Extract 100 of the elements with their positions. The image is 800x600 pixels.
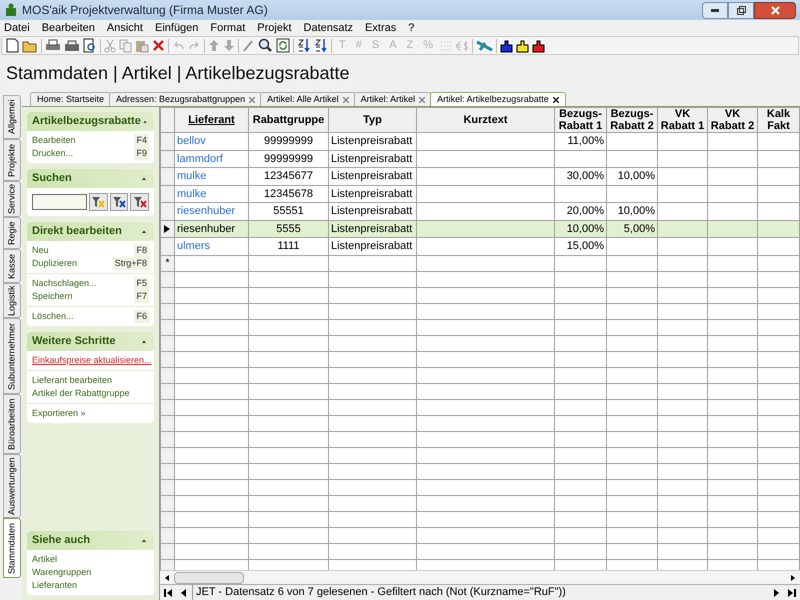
printer-icon[interactable]	[64, 38, 80, 52]
task-link[interactable]: Lieferant bearbeiten	[32, 374, 112, 388]
row-header-cell[interactable]	[160, 202, 174, 220]
section-header[interactable]: Suchen	[27, 169, 154, 188]
task-link[interactable]: Lieferanten	[32, 578, 78, 592]
section-header[interactable]: Siehe auch	[27, 531, 154, 550]
column-header[interactable]: Lieferant	[174, 108, 248, 132]
column-header[interactable]: Kalk Fakt	[758, 108, 800, 132]
menu-item[interactable]: Extras	[365, 20, 396, 36]
puzzle-icon[interactable]	[532, 38, 546, 52]
printer-icon[interactable]	[45, 38, 61, 52]
side-tab[interactable]: Stammdaten	[3, 518, 21, 578]
row-header-cell[interactable]	[160, 150, 174, 168]
close-icon[interactable]	[552, 96, 559, 102]
side-tab[interactable]: Büroarbeiten	[3, 394, 21, 454]
side-tab[interactable]: Service	[3, 181, 21, 217]
menu-item[interactable]: Bearbeiten	[42, 20, 95, 36]
menu-item[interactable]: Datensatz	[304, 20, 354, 36]
shortcut-label: F4	[134, 134, 149, 148]
task-link[interactable]: Artikel	[32, 552, 58, 566]
row-header-cell[interactable]	[160, 168, 174, 185]
menu-item[interactable]: ?	[408, 20, 414, 36]
document-tab[interactable]: Artikel: Artikel	[354, 92, 432, 106]
document-tab[interactable]: Adressen: Bezugsrabattgruppen	[109, 92, 262, 106]
filter-button[interactable]	[130, 193, 150, 211]
close-icon	[770, 6, 780, 14]
column-header[interactable]: Bezugs- Rabatt 1	[554, 108, 606, 132]
minimize-button[interactable]	[702, 2, 728, 18]
puzzle-icon[interactable]	[500, 38, 514, 52]
table-cell: Listenpreisrabatt	[331, 188, 412, 200]
delete-icon[interactable]	[152, 39, 165, 52]
shortcut-label: F6	[134, 310, 149, 324]
table-cell: 55551	[273, 205, 304, 217]
pencil-icon[interactable]	[242, 39, 254, 52]
side-tab[interactable]: Kasse	[3, 249, 21, 283]
task-link[interactable]: Duplizieren	[32, 256, 78, 270]
menu-item[interactable]: Format	[210, 20, 246, 36]
task-link[interactable]: Nachschlagen...	[32, 276, 97, 290]
side-tab[interactable]: Auswertungen	[3, 454, 21, 518]
close-button[interactable]	[754, 2, 796, 18]
row-header-cell[interactable]	[160, 132, 174, 150]
document-tab[interactable]: Artikel: Artikelbezugsrabatte	[430, 92, 566, 106]
paste-icon[interactable]	[135, 38, 149, 52]
section-header[interactable]: Weitere Schritte	[27, 332, 154, 351]
document-tab[interactable]: Artikel: Alle Artikel	[260, 92, 356, 106]
column-header[interactable]: Typ	[328, 108, 416, 132]
side-tab[interactable]: Logistik	[3, 283, 21, 318]
task-link[interactable]: Exportieren »	[32, 406, 86, 420]
scrollbar-thumb[interactable]	[174, 572, 244, 584]
folder-icon[interactable]	[22, 38, 38, 52]
table-cell: Listenpreisrabatt	[331, 205, 412, 217]
table-cell: 10,00%	[566, 222, 604, 234]
sort-descending-icon[interactable]	[314, 38, 328, 53]
table-cell: 30,00%	[566, 170, 604, 182]
task-link[interactable]: Neu	[32, 244, 49, 258]
row-header-cell[interactable]	[160, 220, 174, 238]
puzzle-icon[interactable]	[516, 38, 530, 52]
filter-button[interactable]	[110, 193, 128, 211]
filter-button[interactable]	[89, 193, 108, 211]
sort-ascending-icon[interactable]	[297, 38, 311, 53]
table-cell: 12345677	[264, 170, 313, 182]
task-link[interactable]: Warengruppen	[32, 566, 92, 580]
side-tab[interactable]: Subunternehmer	[3, 318, 21, 394]
side-tab[interactable]: Projekte	[3, 139, 21, 181]
restore-icon	[736, 6, 746, 14]
table-cell: 5,00%	[624, 222, 655, 234]
horizontal-scrollbar[interactable]	[160, 570, 800, 584]
side-tab[interactable]: Regie	[3, 217, 21, 249]
window-title: MOS'aik Projektverwaltung (Firma Muster AG)	[22, 2, 268, 19]
search-icon[interactable]	[257, 38, 273, 53]
task-link[interactable]: Löschen...	[32, 310, 74, 324]
menu-item[interactable]: Einfügen	[154, 20, 198, 36]
task-link[interactable]: Drucken...	[32, 146, 74, 160]
menu-item[interactable]: Datei	[4, 20, 30, 36]
alert-link[interactable]: Einkaufspreise aktualisieren...	[32, 354, 152, 368]
column-header[interactable]: VK Rabatt 1	[658, 108, 708, 132]
search-field[interactable]	[32, 194, 87, 210]
dots-grid-icon[interactable]	[440, 40, 452, 52]
shortcut-label: F5	[134, 276, 149, 290]
document-tab[interactable]: Home: Startseite	[30, 92, 112, 106]
restore-button[interactable]	[728, 2, 754, 18]
menu-item[interactable]: Projekt	[257, 20, 292, 36]
column-header[interactable]: Rabattgruppe	[248, 108, 328, 132]
row-header-cell[interactable]	[160, 185, 174, 202]
side-tab[interactable]: Allgemei	[3, 95, 21, 139]
section-header[interactable]: Artikelbezugsrabatte	[27, 112, 154, 131]
section-header[interactable]: Direkt bearbeiten	[27, 222, 154, 241]
column-header[interactable]: Bezugs- Rabatt 2	[606, 108, 658, 132]
new-file-icon[interactable]	[6, 38, 19, 53]
shortcut-label: F9	[134, 146, 149, 160]
column-header[interactable]: VK Rabatt 2	[708, 108, 758, 132]
column-header[interactable]: Kurztext	[416, 108, 554, 132]
task-link[interactable]: Speichern	[32, 290, 73, 304]
row-header-cell[interactable]	[160, 238, 174, 255]
refresh-icon[interactable]	[276, 38, 290, 53]
print-preview-icon[interactable]	[83, 38, 97, 53]
task-link[interactable]: Artikel der Rabattgruppe	[32, 386, 130, 400]
filter-table-icon	[112, 196, 126, 208]
menu-item[interactable]: Ansicht	[106, 20, 143, 36]
task-link[interactable]: Bearbeiten	[32, 134, 76, 148]
